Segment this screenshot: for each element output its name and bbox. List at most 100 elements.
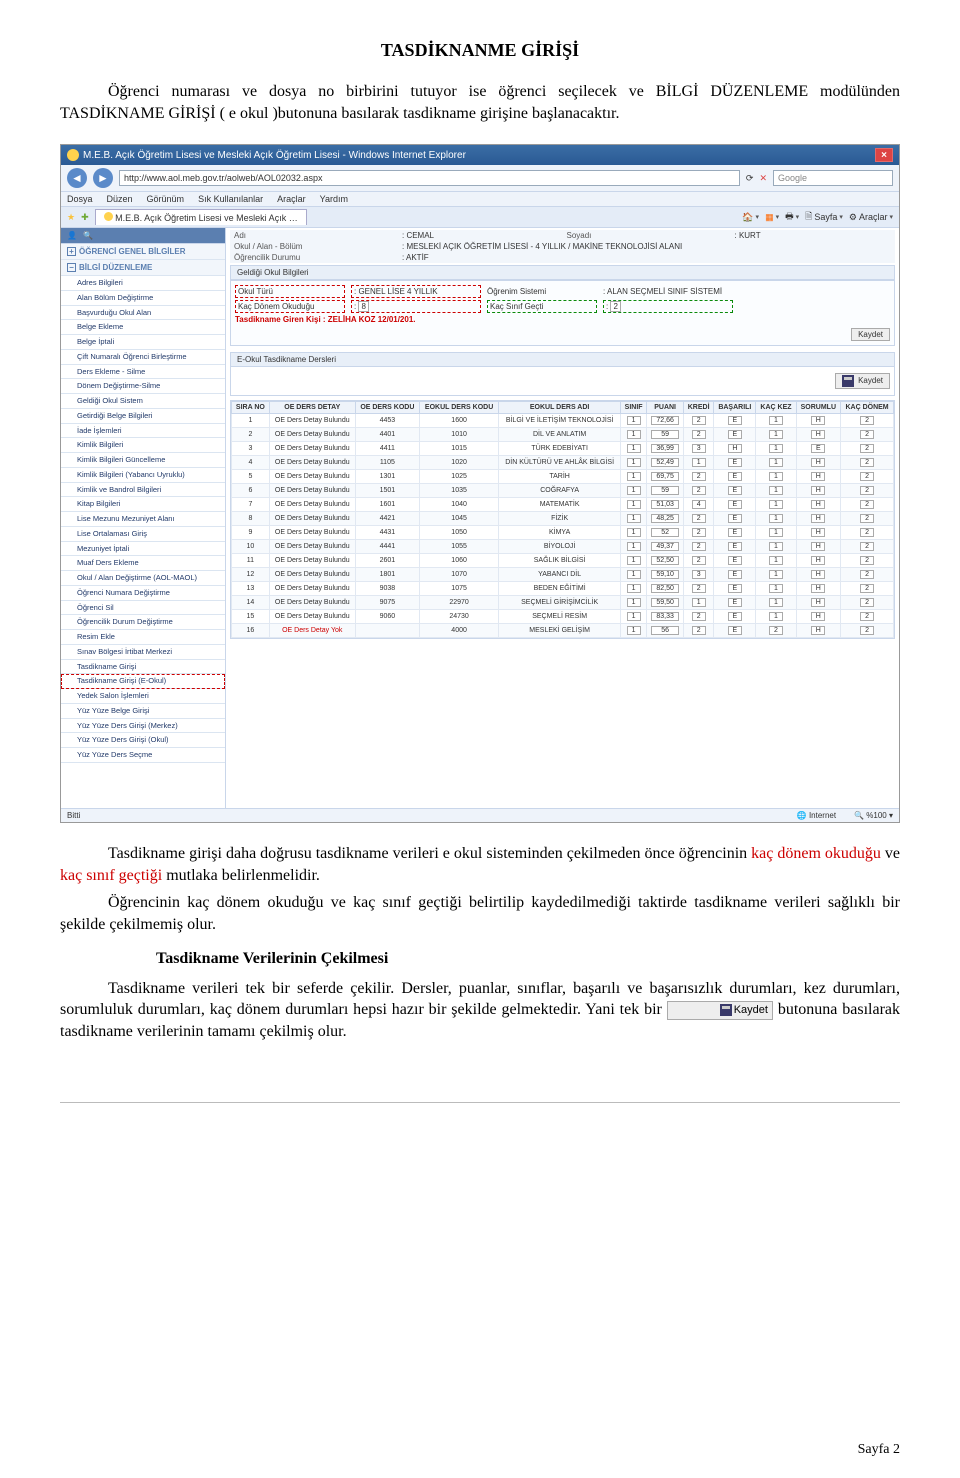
page-menu[interactable]: 🗎 Sayfa ▾ [805,209,843,225]
menu-sik[interactable]: Sık Kullanılanlar [198,194,263,204]
cell-input[interactable]: 2 [692,542,706,551]
cell-input[interactable]: 1 [769,556,783,565]
cell-input[interactable]: 1 [769,486,783,495]
cell-input[interactable]: 1 [627,472,641,481]
cell-input[interactable]: 2 [860,598,874,607]
cell-input[interactable]: 48,25 [651,514,679,523]
sidebar-section-bilgi[interactable]: − BİLGİ DÜZENLEME [61,260,225,276]
sidebar-item[interactable]: Öğrenci Sil [61,601,225,616]
cell-input[interactable]: H [811,430,825,439]
cell-input[interactable]: 56 [651,626,679,635]
cell-input[interactable]: H [811,472,825,481]
cell-input[interactable]: 2 [692,472,706,481]
sidebar-item[interactable]: Sınav Bölgesi İrtibat Merkezi [61,645,225,660]
cell-input[interactable]: 1 [769,472,783,481]
sidebar-item[interactable]: Dönem Değiştirme-Silme [61,379,225,394]
sidebar-item[interactable]: İade İşlemleri [61,424,225,439]
cell-input[interactable]: 36,99 [651,444,679,453]
sidebar-item[interactable]: Ders Ekleme - Silme [61,365,225,380]
cell-input[interactable]: 59 [651,430,679,439]
cell-input[interactable]: H [811,556,825,565]
cell-input[interactable]: E [728,472,742,481]
cell-input[interactable]: 2 [692,416,706,425]
cell-input[interactable]: 1 [769,570,783,579]
cell-input[interactable]: E [728,458,742,467]
cell-input[interactable]: H [811,500,825,509]
cell-input[interactable]: 1 [627,528,641,537]
cell-input[interactable]: H [811,612,825,621]
cell-input[interactable]: H [811,458,825,467]
cell-input[interactable]: H [728,444,742,453]
cell-input[interactable]: 2 [860,430,874,439]
cell-input[interactable]: E [728,570,742,579]
menu-yardim[interactable]: Yardım [320,194,348,204]
cell-input[interactable]: E [728,500,742,509]
cell-input[interactable]: E [728,626,742,635]
cell-input[interactable]: 59,50 [651,598,679,607]
cell-input[interactable]: 2 [692,514,706,523]
cell-input[interactable]: E [728,556,742,565]
kac-sinif-input[interactable]: 2 [610,301,620,312]
cell-input[interactable]: 3 [692,444,706,453]
cell-input[interactable]: H [811,626,825,635]
menu-duzen[interactable]: Düzen [107,194,133,204]
menu-araclar[interactable]: Araçlar [277,194,306,204]
sidebar-item[interactable]: Muaf Ders Ekleme [61,556,225,571]
cell-input[interactable]: 2 [692,584,706,593]
cell-input[interactable]: 1 [627,612,641,621]
sidebar-user-icon[interactable]: 👤 [67,231,77,240]
sidebar-item[interactable]: Yüz Yüze Ders Girişi (Okul) [61,733,225,748]
cell-input[interactable]: H [811,528,825,537]
sidebar-item[interactable]: Geldiği Okul Sistem [61,394,225,409]
sidebar-item[interactable]: Belge Ekleme [61,320,225,335]
sidebar-item[interactable]: Alan Bölüm Değiştirme [61,291,225,306]
cell-input[interactable]: 2 [692,486,706,495]
address-input[interactable]: http://www.aol.meb.gov.tr/aolweb/AOL0203… [119,170,740,186]
cell-input[interactable]: 2 [692,556,706,565]
cell-input[interactable]: E [811,444,825,453]
cell-input[interactable]: 1 [769,430,783,439]
cell-input[interactable]: E [728,514,742,523]
cell-input[interactable]: 2 [860,556,874,565]
cell-input[interactable]: E [728,486,742,495]
cell-input[interactable]: 2 [860,458,874,467]
feed-icon[interactable]: ▦▾ [765,212,779,223]
cell-input[interactable]: E [728,542,742,551]
cell-input[interactable]: 83,33 [651,612,679,621]
cell-input[interactable]: H [811,570,825,579]
sidebar-item[interactable]: Yüz Yüze Ders Girişi (Merkez) [61,719,225,734]
cell-input[interactable]: H [811,584,825,593]
cell-input[interactable]: 1 [769,598,783,607]
cell-input[interactable]: 4 [692,500,706,509]
cell-input[interactable]: 52 [651,528,679,537]
cell-input[interactable]: 59 [651,486,679,495]
back-button[interactable]: ◄ [67,168,87,188]
cell-input[interactable]: 1 [627,556,641,565]
cell-input[interactable]: 2 [860,444,874,453]
cell-input[interactable]: 59,10 [651,570,679,579]
kaydet-button-1[interactable]: Kaydet [851,328,890,341]
cell-input[interactable]: 52,50 [651,556,679,565]
menu-dosya[interactable]: Dosya [67,194,93,204]
cell-input[interactable]: 2 [860,486,874,495]
cell-input[interactable]: E [728,430,742,439]
sidebar-item[interactable]: Kimlik Bilgileri Güncelleme [61,453,225,468]
expand-icon[interactable]: + [67,247,76,256]
sidebar-item[interactable]: Öğrencilik Durum Değiştirme [61,615,225,630]
cell-input[interactable]: 1 [769,584,783,593]
cell-input[interactable]: 2 [860,472,874,481]
sidebar-item[interactable]: Kitap Bilgileri [61,497,225,512]
cell-input[interactable]: 2 [860,528,874,537]
sidebar-item[interactable]: Başvurduğu Okul Alan [61,306,225,321]
cell-input[interactable]: 69,75 [651,472,679,481]
cell-input[interactable]: H [811,514,825,523]
cell-input[interactable]: 1 [769,458,783,467]
sidebar-item[interactable]: Tasdikname Girişi [61,660,225,675]
cell-input[interactable]: 1 [627,598,641,607]
cell-input[interactable]: 1 [769,416,783,425]
home-icon[interactable]: 🏠▾ [742,212,759,223]
sidebar-item[interactable]: Getirdiği Belge Bilgileri [61,409,225,424]
cell-input[interactable]: 1 [627,430,641,439]
cell-input[interactable]: 2 [692,626,706,635]
sidebar-item[interactable]: Kimlik Bilgileri [61,438,225,453]
